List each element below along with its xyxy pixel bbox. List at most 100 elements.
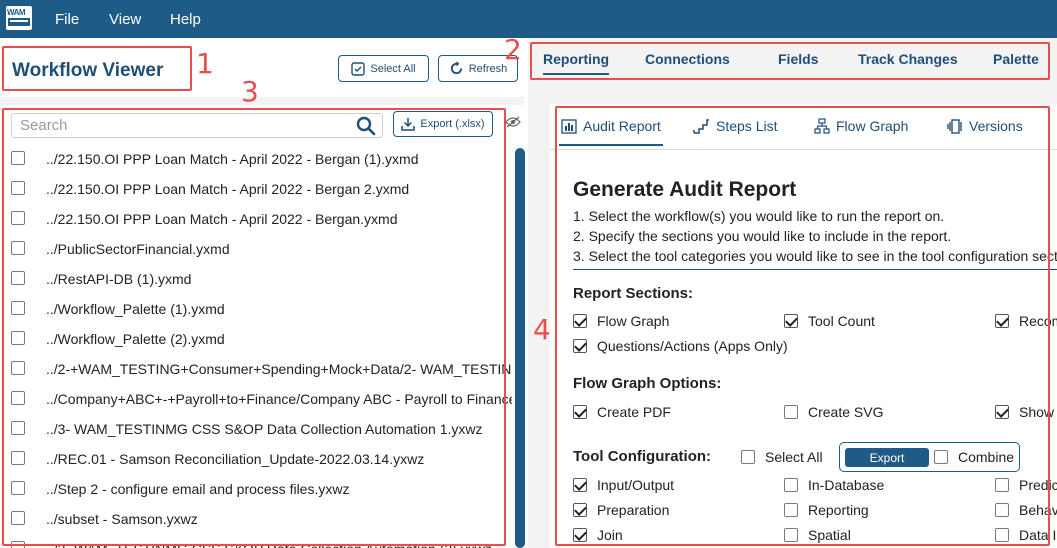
file-name: ../subset - Samson.yxwz (46, 511, 198, 527)
file-checkbox[interactable] (11, 271, 25, 285)
export-button[interactable]: Export (845, 448, 929, 467)
file-checkbox[interactable] (11, 151, 25, 165)
flow-graph-option-label: Create PDF (597, 404, 671, 420)
tool-category-checkbox[interactable] (784, 478, 798, 492)
file-checkbox[interactable] (11, 451, 25, 465)
file-name: ../Workflow_Palette (2).yxmd (46, 331, 225, 347)
scrollbar-thumb[interactable] (515, 148, 525, 548)
tool-category-checkbox[interactable] (573, 503, 587, 517)
tab-palette[interactable]: Palette (993, 51, 1039, 67)
file-list-item[interactable]: ../3- WAM_TESTINMG CSS S&OP Data Collect… (0, 414, 512, 444)
file-name: ../22.150.OI PPP Loan Match - April 2022… (46, 181, 410, 197)
select-all-checkbox[interactable] (741, 450, 755, 464)
file-name: ../3- WAM_TESTINMG CSS S&OP Data Collect… (46, 421, 483, 437)
wam-logo: WAM (6, 6, 32, 30)
report-sections-heading: Report Sections: (573, 285, 694, 302)
tool-category-label: Join (597, 527, 623, 543)
workflow-viewer-panel: Workflow Viewer Select All Refresh Expor… (0, 38, 528, 548)
search-icon[interactable] (356, 116, 376, 136)
flow-graph-option-checkbox[interactable] (995, 405, 1009, 419)
tab-track-changes[interactable]: Track Changes (858, 51, 958, 67)
tool-category-label: Spatial (808, 527, 851, 543)
file-checkbox[interactable] (11, 211, 25, 225)
flow-graph-options-heading: Flow Graph Options: (573, 375, 722, 392)
file-name: ../2-+WAM_TESTING+Consumer+Spending+Mock… (46, 361, 512, 377)
select-all-button[interactable]: Select All (338, 55, 429, 82)
tool-category-checkbox[interactable] (573, 478, 587, 492)
file-checkbox[interactable] (11, 421, 25, 435)
section-divider (573, 269, 1057, 270)
annotation-number-1: 1 (196, 47, 214, 80)
file-checkbox[interactable] (11, 331, 25, 345)
menu-file[interactable]: File (55, 11, 79, 28)
eye-icon[interactable] (505, 116, 521, 128)
file-checkbox[interactable] (11, 391, 25, 405)
file-checkbox[interactable] (11, 241, 25, 255)
report-section-checkbox[interactable] (573, 339, 587, 353)
file-list-item[interactable]: ../Workflow_Palette (2).yxmd (0, 324, 512, 354)
tool-category-checkbox[interactable] (995, 503, 1009, 517)
file-list-item[interactable]: ../22.150.OI PPP Loan Match - April 2022… (0, 174, 512, 204)
file-list-item[interactable]: ../REC.01 - Samson Reconciliation_Update… (0, 444, 512, 474)
tab-reporting[interactable]: Reporting (543, 51, 610, 75)
file-list-item[interactable]: ../PublicSectorFinancial.yxmd (0, 234, 512, 264)
versions-icon (947, 118, 962, 134)
file-list-item[interactable]: ../Step 2 - configure email and process … (0, 474, 512, 504)
combine-checkbox[interactable] (934, 450, 948, 464)
tool-category-checkbox[interactable] (784, 528, 798, 542)
search-input[interactable] (12, 114, 342, 137)
flow-graph-option-label: Create SVG (808, 404, 884, 420)
flow-graph-option-checkbox[interactable] (784, 405, 798, 419)
export-combine-toggle: Export Combine (839, 442, 1020, 472)
file-name: ../RestAPI-DB (1).yxmd (46, 271, 192, 287)
file-checkbox[interactable] (11, 361, 25, 375)
tool-category-checkbox[interactable] (995, 478, 1009, 492)
file-checkbox[interactable] (11, 181, 25, 195)
file-list-item[interactable]: ../3- WAM_TESTINMG CSS S&OP Data Collect… (0, 534, 512, 548)
tool-category-checkbox[interactable] (573, 528, 587, 542)
audit-report-title: Generate Audit Report (573, 178, 797, 201)
file-list-item[interactable]: ../subset - Samson.yxwz (0, 504, 512, 534)
file-checkbox[interactable] (11, 541, 25, 548)
menu-help[interactable]: Help (170, 11, 201, 28)
file-name: ../PublicSectorFinancial.yxmd (46, 241, 230, 257)
file-checkbox[interactable] (11, 301, 25, 315)
export-xlsx-button[interactable]: Export (.xlsx) (393, 111, 493, 137)
workflow-viewer-title: Workflow Viewer (12, 60, 164, 81)
tool-category-checkbox[interactable] (784, 503, 798, 517)
tab-steps-list[interactable]: Steps List (693, 118, 777, 134)
annotation-number-3: 3 (241, 75, 259, 108)
file-list-item[interactable]: ../22.150.OI PPP Loan Match - April 2022… (0, 144, 512, 174)
tool-category-label: Data Investigation (1019, 527, 1057, 543)
tab-connections[interactable]: Connections (645, 51, 730, 67)
sub-tabs: Audit Report Steps List Flow Graph Versi… (550, 104, 1057, 150)
workflow-file-list: ../22.150.OI PPP Loan Match - April 2022… (0, 144, 512, 548)
flow-graph-option-checkbox[interactable] (573, 405, 587, 419)
tab-versions[interactable]: Versions (947, 118, 1023, 134)
tool-category-label: Reporting (808, 502, 869, 518)
file-list-item[interactable]: ../Workflow_Palette (1).yxmd (0, 294, 512, 324)
tab-flow-graph[interactable]: Flow Graph (814, 118, 908, 134)
tab-audit-report[interactable]: Audit Report (559, 118, 663, 146)
file-checkbox[interactable] (11, 481, 25, 495)
file-checkbox[interactable] (11, 511, 25, 525)
search-field[interactable] (11, 113, 383, 138)
file-name: ../22.150.OI PPP Loan Match - April 2022… (46, 151, 419, 167)
tab-fields[interactable]: Fields (778, 51, 818, 67)
menu-view[interactable]: View (109, 11, 141, 28)
report-section-checkbox[interactable] (995, 314, 1009, 328)
file-list-item[interactable]: ../22.150.OI PPP Loan Match - April 2022… (0, 204, 512, 234)
file-list-item[interactable]: ../Company+ABC+-+Payroll+to+Finance/Comp… (0, 384, 512, 414)
bar-chart-icon (561, 118, 577, 134)
report-section-label: Questions/Actions (Apps Only) (597, 338, 788, 354)
report-section-checkbox[interactable] (784, 314, 798, 328)
file-list-scrollbar[interactable] (513, 146, 525, 548)
tool-category-checkbox[interactable] (995, 528, 1009, 542)
file-list-item[interactable]: ../RestAPI-DB (1).yxmd (0, 264, 512, 294)
download-icon (401, 118, 416, 131)
file-name: ../Step 2 - configure email and process … (46, 481, 350, 497)
tool-category-label: Input/Output (597, 477, 675, 493)
app-window: WAM File View Help Workflow Viewer Selec… (0, 0, 1057, 548)
file-list-item[interactable]: ../2-+WAM_TESTING+Consumer+Spending+Mock… (0, 354, 512, 384)
report-section-checkbox[interactable] (573, 314, 587, 328)
